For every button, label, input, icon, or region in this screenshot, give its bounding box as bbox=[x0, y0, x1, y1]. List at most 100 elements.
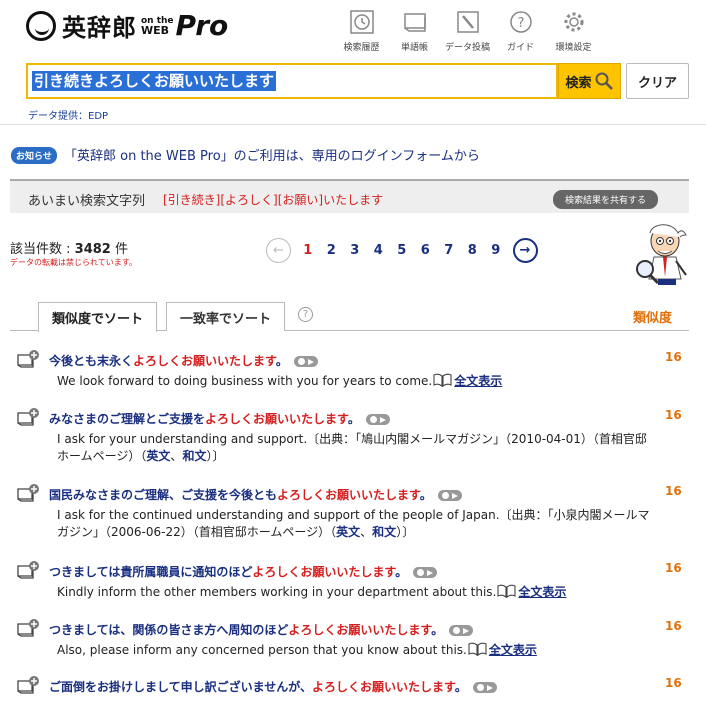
search-query-text: 引き続きよろしくお願いいたします bbox=[32, 71, 277, 91]
result-jp-post: 。 bbox=[347, 412, 360, 426]
clear-button[interactable]: クリア bbox=[626, 63, 689, 99]
speaker-icon[interactable] bbox=[437, 490, 462, 501]
add-wordbook-icon[interactable] bbox=[17, 619, 39, 637]
sort-help-icon[interactable]: ? bbox=[298, 307, 313, 322]
result-jp-post: 。 bbox=[275, 354, 288, 368]
top-nav: 検索履歴 単語帳 データ投稿 ? ガイド 環境設定 bbox=[336, 10, 601, 53]
result-japanese: ご面倒をお掛けしまして申し訳ございませんが、よろしくお願いいたします。 bbox=[49, 678, 497, 695]
result-count-label: 該当件数 : bbox=[10, 242, 75, 257]
reprint-note: データの転載は禁じられています。 bbox=[10, 258, 137, 267]
result-english: Kindly inform the other members working … bbox=[57, 584, 651, 601]
nav-data-submit[interactable]: データ投稿 bbox=[442, 10, 493, 53]
clock-icon bbox=[349, 10, 374, 34]
show-full-text-link[interactable]: 全文表示 bbox=[489, 643, 537, 657]
open-book-icon bbox=[468, 642, 487, 656]
speaker-icon[interactable] bbox=[365, 414, 390, 425]
result-english: I ask for your understanding and support… bbox=[57, 432, 647, 463]
add-wordbook-icon[interactable] bbox=[17, 484, 39, 502]
search-button[interactable]: 検索 bbox=[558, 63, 621, 99]
similarity-score: 16 bbox=[665, 408, 682, 422]
source-english-link[interactable]: 英文 bbox=[336, 525, 360, 539]
result-jp-highlight: よろしくお願いいたします bbox=[133, 354, 276, 368]
result-english: Also, please inform any concerned person… bbox=[57, 642, 651, 659]
tab-sort-match-rate[interactable]: 一致率でソート bbox=[166, 302, 285, 331]
notice-badge: お知らせ bbox=[11, 147, 57, 164]
result-jp-highlight: よろしくお願いいたします bbox=[277, 488, 420, 502]
result-japanese: つきましては、関係の皆さま方へ周知のほどよろしくお願いいたします。 bbox=[49, 621, 474, 638]
show-full-text-link[interactable]: 全文表示 bbox=[518, 585, 566, 599]
page-link[interactable]: 7 bbox=[437, 243, 461, 258]
result-en-tail: ）〕 bbox=[396, 525, 415, 539]
add-wordbook-icon[interactable] bbox=[17, 561, 39, 579]
result-jp-post: 。 bbox=[419, 488, 432, 502]
nav-settings[interactable]: 環境設定 bbox=[548, 10, 599, 53]
nav-label: 単語帳 bbox=[400, 43, 428, 53]
app-logo[interactable]: 英辞郎 on the WEB Pro bbox=[26, 8, 228, 43]
result-en-text: Kindly inform the other members working … bbox=[57, 585, 497, 599]
speaker-icon[interactable] bbox=[293, 356, 318, 367]
fuzzy-search-bar: あいまい検索文字列 [引き続き][よろしく][お願い]いたします 検索結果を共有… bbox=[10, 179, 689, 213]
nav-label: データ投稿 bbox=[444, 43, 490, 53]
page-link[interactable]: 3 bbox=[343, 243, 367, 258]
logo-pro: Pro bbox=[175, 9, 229, 42]
result-en-text: Also, please inform any concerned person… bbox=[57, 643, 467, 657]
result-japanese: つきましては貴所属職員に通知のほどよろしくお願いいたします。 bbox=[49, 563, 438, 580]
nav-search-history[interactable]: 検索履歴 bbox=[336, 10, 387, 53]
nav-guide[interactable]: ? ガイド bbox=[495, 10, 546, 53]
source-english-link[interactable]: 英文 bbox=[146, 449, 170, 463]
result-en-text: We look forward to doing business with y… bbox=[57, 374, 433, 388]
result-jp-highlight: よろしくお願いいたします bbox=[252, 565, 396, 579]
logo-subtext: on the WEB bbox=[141, 16, 174, 36]
page-link[interactable]: 1 bbox=[296, 243, 320, 258]
result-jp-highlight: よろしくお願いいたします bbox=[205, 412, 348, 426]
similarity-score: 16 bbox=[665, 619, 682, 633]
result-jp-post: 。 bbox=[454, 680, 467, 694]
next-page-icon[interactable]: → bbox=[512, 238, 538, 263]
result-jp-highlight: よろしくお願いいたします bbox=[312, 680, 455, 694]
prev-page-icon[interactable]: ← bbox=[266, 238, 291, 263]
similarity-score: 16 bbox=[665, 484, 682, 498]
result-jp-pre: みなさまのご理解とご支援を bbox=[49, 412, 206, 426]
search-input[interactable]: 引き続きよろしくお願いいたします bbox=[26, 63, 558, 99]
result-japanese: みなさまのご理解とご支援をよろしくお願いいたします。 bbox=[49, 410, 390, 427]
page-link[interactable]: 4 bbox=[367, 243, 391, 258]
fuzzy-terms: [引き続き][よろしく][お願い]いたします bbox=[163, 193, 384, 207]
result-jp-post: 。 bbox=[431, 623, 444, 637]
open-book-icon bbox=[497, 584, 516, 598]
notice-link[interactable]: 「英辞郎 on the WEB Pro」のご利用は、専用のログインフォームから bbox=[64, 145, 480, 164]
page-link[interactable]: 6 bbox=[414, 243, 438, 258]
page-link[interactable]: 8 bbox=[461, 243, 485, 258]
header-divider bbox=[0, 124, 706, 125]
show-full-text-link[interactable]: 全文表示 bbox=[454, 374, 502, 388]
svg-text:?: ? bbox=[517, 16, 524, 31]
share-results-button[interactable]: 検索結果を共有する bbox=[552, 190, 658, 209]
add-wordbook-icon[interactable] bbox=[17, 408, 39, 426]
source-japanese-link[interactable]: 和文 bbox=[182, 449, 206, 463]
logo-mark-icon bbox=[26, 10, 56, 41]
fuzzy-label: あいまい検索文字列 bbox=[28, 194, 146, 209]
logo-text: 英辞郎 bbox=[62, 14, 137, 42]
similarity-score: 16 bbox=[665, 676, 682, 690]
nav-label: ガイド bbox=[506, 43, 534, 53]
result-jp-pre: ご面倒をお掛けしまして申し訳ございませんが、 bbox=[49, 680, 313, 694]
speaker-icon[interactable] bbox=[413, 567, 438, 578]
tab-sort-similarity[interactable]: 類似度でソート bbox=[38, 302, 157, 332]
result-jp-post: 。 bbox=[395, 565, 408, 579]
add-wordbook-icon[interactable] bbox=[17, 350, 39, 368]
nav-wordbook[interactable]: 単語帳 bbox=[389, 10, 440, 53]
page-link[interactable]: 9 bbox=[484, 243, 508, 258]
result-japanese: 国民みなさまのご理解、ご支援を今後ともよろしくお願いいたします。 bbox=[49, 486, 462, 503]
similarity-score: 16 bbox=[665, 561, 682, 575]
speaker-icon[interactable] bbox=[449, 625, 474, 636]
data-provider: データ提供：EDP bbox=[28, 111, 109, 122]
result-count-value: 3482 bbox=[74, 242, 111, 257]
logo-subtext-bottom: WEB bbox=[141, 23, 170, 37]
result-jp-pre: つきましては貴所属職員に通知のほど bbox=[49, 565, 253, 579]
gear-icon bbox=[564, 12, 583, 32]
page-link[interactable]: 5 bbox=[390, 243, 414, 258]
source-japanese-link[interactable]: 和文 bbox=[372, 525, 396, 539]
result-english: I ask for the continued understanding an… bbox=[57, 508, 650, 539]
page-link[interactable]: 2 bbox=[320, 243, 344, 258]
speaker-icon[interactable] bbox=[472, 682, 497, 693]
add-wordbook-icon[interactable] bbox=[17, 676, 39, 694]
